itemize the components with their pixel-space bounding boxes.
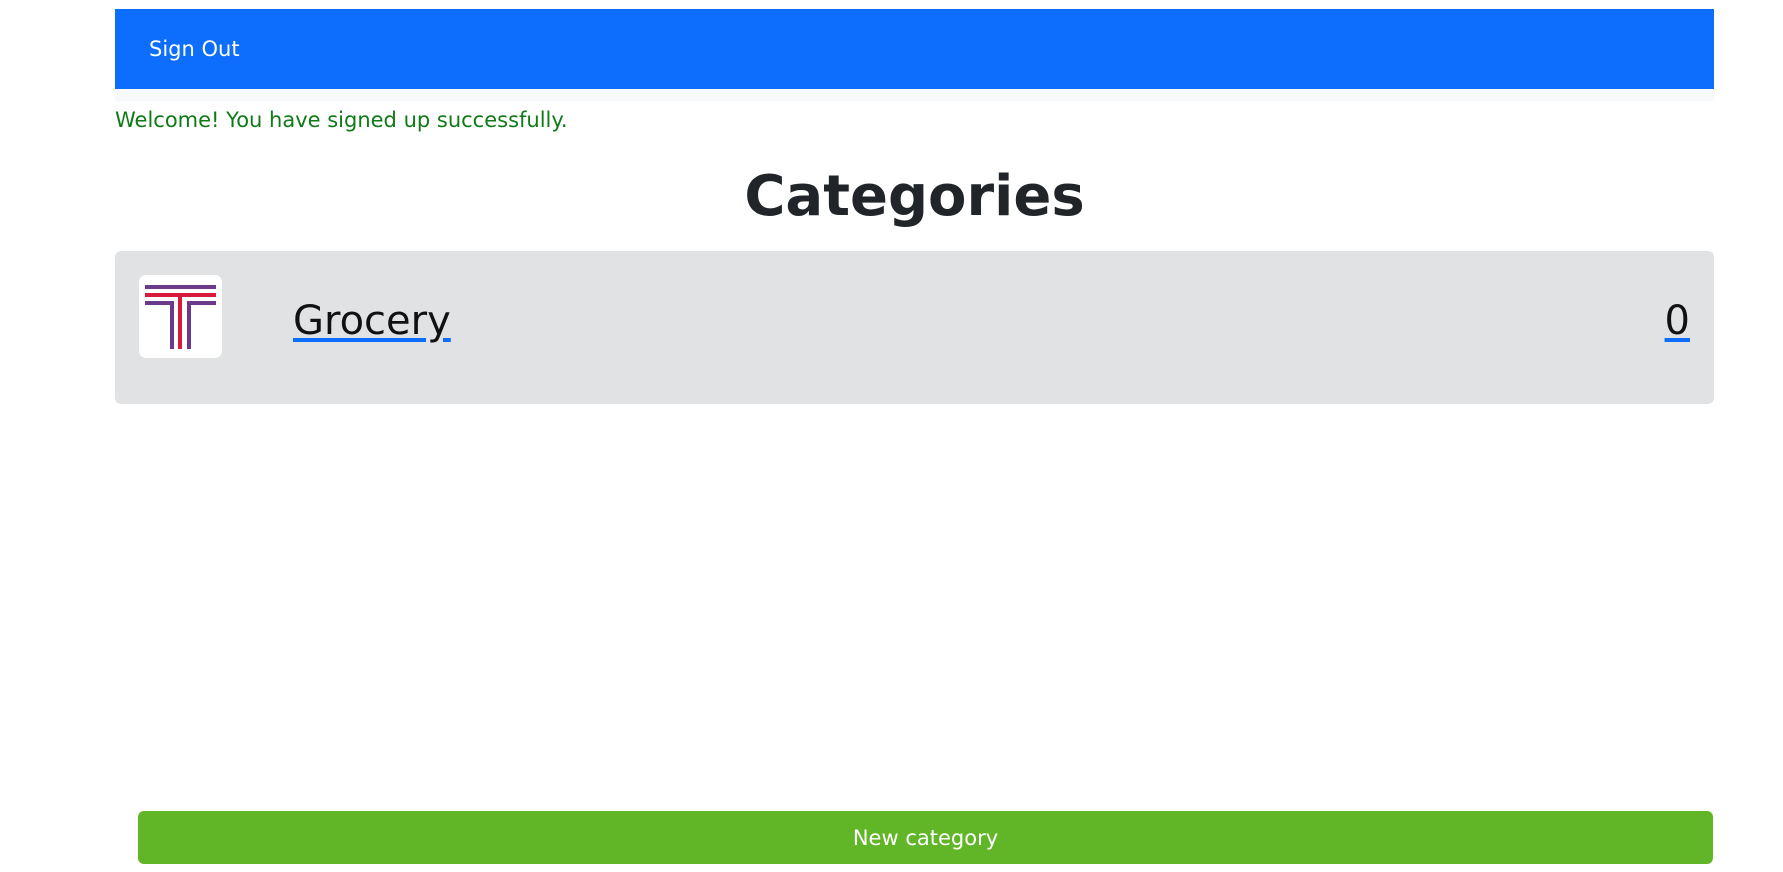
navbar-bottom-border	[115, 89, 1714, 101]
flash-notice: Welcome! You have signed up successfully…	[115, 108, 568, 132]
page-title: Categories	[744, 164, 1085, 229]
new-category-button[interactable]: New category	[138, 811, 1713, 864]
top-navbar: Sign Out	[115, 9, 1714, 89]
sign-out-link[interactable]: Sign Out	[149, 37, 240, 61]
category-card[interactable]: Grocery 0	[115, 251, 1714, 404]
category-total-link[interactable]: 0	[1665, 295, 1690, 347]
category-logo-icon	[139, 275, 222, 358]
category-name-link[interactable]: Grocery	[293, 295, 451, 347]
